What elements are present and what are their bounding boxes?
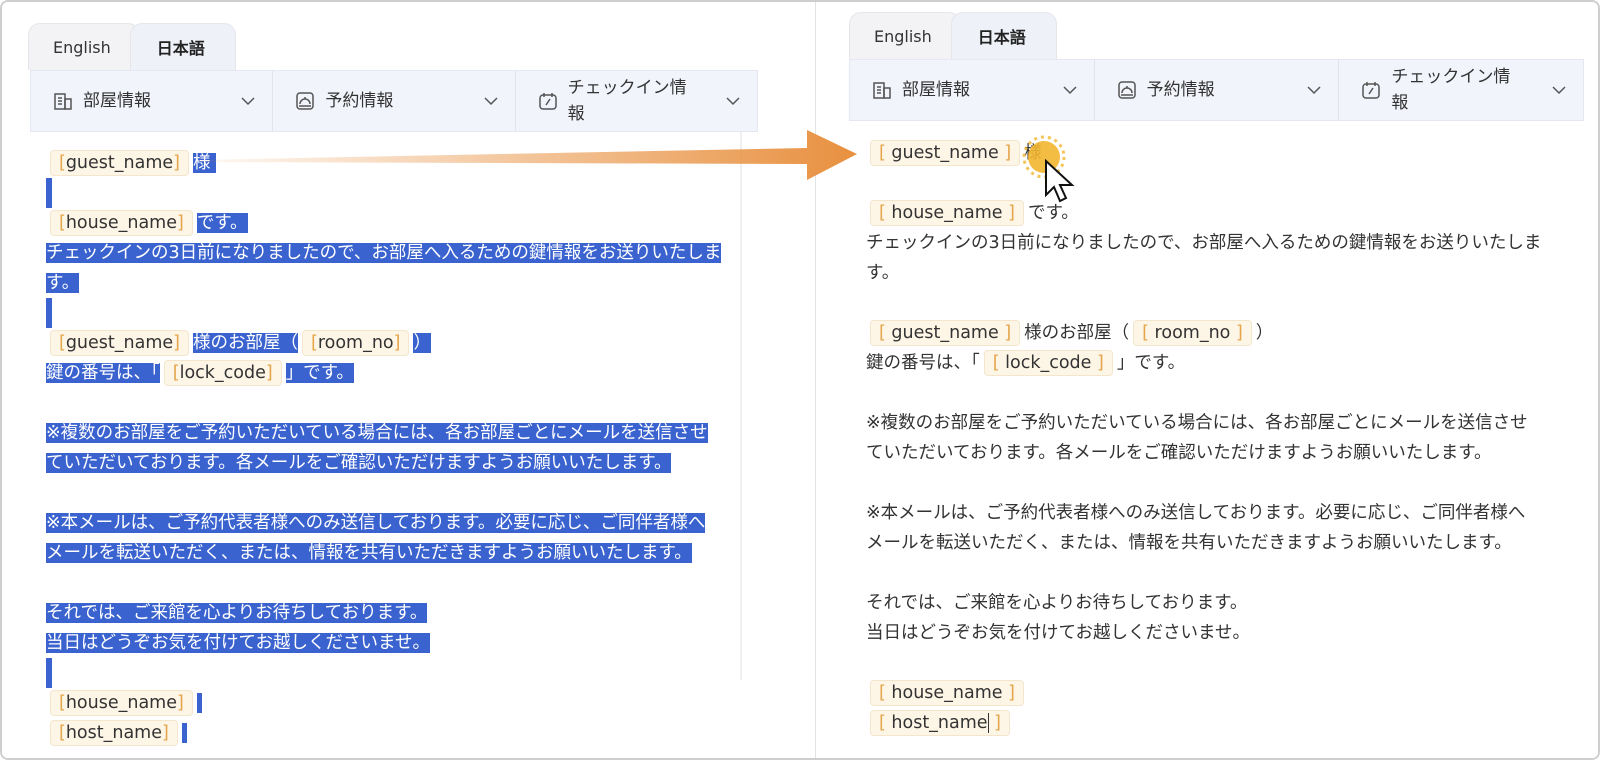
message-editor[interactable]: [ guest_name ]様 [ house_name ]です。 チェックイン… [866,138,1571,738]
room-info-dropdown[interactable]: 部屋情報 [31,71,274,131]
reception-bell-icon [1117,80,1137,100]
room-info-label: 部屋情報 [83,91,151,111]
editor-line: ※本メールは、ご予約代表者様へのみ送信しております。必要に応じ、ご同伴者様へ [866,503,1526,523]
chevron-down-icon [1551,82,1567,98]
right-editor-pane: English 日本語 部屋情報 予約情報 チェックイン情 報 [guest_… [815,2,1598,758]
variable-chip-house-name[interactable]: [ house_name ] [870,680,1024,706]
room-info-label: 部屋情報 [902,80,970,100]
calendar-checkin-icon [1361,80,1381,100]
editor-line: [ guest_name ]様 [866,138,1571,168]
room-info-dropdown[interactable]: 部屋情報 [850,60,1095,120]
building-icon [53,91,73,111]
reservation-info-dropdown[interactable]: 予約情報 [273,71,516,131]
checkin-info-label: チェックイン情報 [1391,67,1511,113]
editor-line: それでは、ご来館を心よりお待ちしております。 [866,593,1248,613]
desu-text: です。 [196,213,248,233]
editor-line: 鍵の番号は、「[ lock_code ] 」です。 [866,348,1571,378]
divider [740,132,742,680]
editor-line: メールを転送いただく、または、情報を共有いただきますようお願いいたします。 [866,533,1512,553]
editor-line: [ house_name ] [866,678,1571,708]
chevron-down-icon [240,93,256,109]
editor-line [46,658,746,688]
checkin-info-dropdown[interactable]: チェックイン情報 [1339,60,1583,120]
calendar-checkin-icon [538,91,558,111]
left-editor-pane: English 日本語 部屋情報 予約情報 チェックイン情 報 [guest_n… [2,2,812,758]
editor-line: [ house_name ] です。 [866,198,1571,228]
editor-line: [house_name] です。 [46,208,746,238]
editor-line: [guest_name] 様のお部屋（ [room_no]） [46,328,746,358]
arrow-right-icon [197,130,857,180]
editor-line: [ host_name ] [866,708,1571,738]
chevron-down-icon [725,93,741,109]
tab-english[interactable]: English [849,12,961,59]
mouse-cursor-icon [1022,135,1075,203]
language-tabs: English 日本語 [28,14,236,70]
tab-japanese[interactable]: 日本語 [950,12,1057,59]
variable-chip-guest-name[interactable]: [ guest_name ] [870,320,1021,346]
reception-bell-icon [295,91,315,111]
text-caret [987,713,989,733]
variable-chip-guest-name[interactable]: [guest_name] [50,150,189,176]
editor-line: 当日はどうぞお気を付けてお越しくださいませ。 [46,633,430,653]
editor-line: ※本メールは、ご予約代表者様へのみ送信しております。必要に応じ、ご同伴者様へ [46,513,706,533]
insert-variable-toolbar: 部屋情報 予約情報 チェックイン情報 [849,59,1584,121]
tab-japanese[interactable]: 日本語 [129,23,236,70]
checkin-info-label: チェックイン情報 [567,78,687,124]
message-editor-selected[interactable]: [guest_name] 様 [house_name] です。 チェックインの3日前… [46,148,746,748]
variable-chip-house-name[interactable]: [house_name] [50,210,193,236]
editor-line: それでは、ご来館を心よりお待ちしております。 [46,603,428,623]
editor-line: ていただいております。各メールをご確認いただけますようお願いいたします。 [866,443,1492,463]
variable-chip-lock-code[interactable]: [lock_code] [163,360,282,386]
reservation-info-label: 予約情報 [1146,80,1215,100]
editor-line: メールを転送いただく、または、情報を共有いただきますようお願いいたします。 [46,543,692,563]
insert-variable-toolbar: 部屋情報 予約情報 チェックイン情報 [30,70,758,132]
app-window: English 日本語 部屋情報 予約情報 チェックイン情 報 [guest_n… [0,0,1600,760]
editor-line: ※複数のお部屋をご予約いただいている場合には、各お部屋ごとにメールを送信させ [866,413,1528,433]
reservation-info-dropdown[interactable]: 予約情報 [1095,60,1340,120]
editor-line: す。 [866,263,900,283]
language-tabs: English 日本語 [849,3,1057,59]
building-icon [872,80,892,100]
editor-line: す。 [46,273,80,293]
variable-chip-house-name[interactable]: [house_name] [50,690,193,716]
variable-chip-room-no[interactable]: [ room_no ] [1133,320,1252,346]
chevron-down-icon [483,93,499,109]
editor-line: ていただいております。各メールをご確認いただけますようお願いいたします。 [46,453,672,473]
variable-chip-host-name[interactable]: [ host_name ] [870,710,1010,736]
variable-chip-host-name[interactable]: [host_name] [50,720,178,746]
editor-line [46,298,746,328]
variable-chip-lock-code[interactable]: [ lock_code ] [983,350,1113,376]
checkin-info-dropdown[interactable]: チェックイン情報 [516,71,757,131]
chevron-down-icon [1062,82,1078,98]
editor-line: 鍵の番号は、「 [lock_code] 」です。 [46,358,746,388]
reservation-info-label: 予約情報 [325,91,394,111]
editor-line: チェックインの3日前になりましたので、お部屋へ入るための鍵情報をお送りいたしま [46,243,722,263]
variable-chip-house-name[interactable]: [ house_name ] [870,200,1024,226]
chevron-down-icon [1306,82,1322,98]
variable-chip-room-no[interactable]: [room_no] [301,330,410,356]
editor-line: 当日はどうぞお気を付けてお越しくださいませ。 [866,623,1250,643]
editor-line: [host_name] [46,718,746,748]
editor-line: ※複数のお部屋をご予約いただいている場合には、各お部屋ごとにメールを送信させ [46,423,708,443]
editor-line: [ guest_name ] 様のお部屋（[ room_no ]） [866,318,1571,348]
editor-line: [house_name] [46,688,746,718]
variable-chip-guest-name[interactable]: [guest_name] [50,330,189,356]
editor-line: チェックインの3日前になりましたので、お部屋へ入るための鍵情報をお送りいたしま [866,233,1542,253]
tab-english[interactable]: English [28,23,140,70]
variable-chip-guest-name[interactable]: [ guest_name ] [870,140,1021,166]
